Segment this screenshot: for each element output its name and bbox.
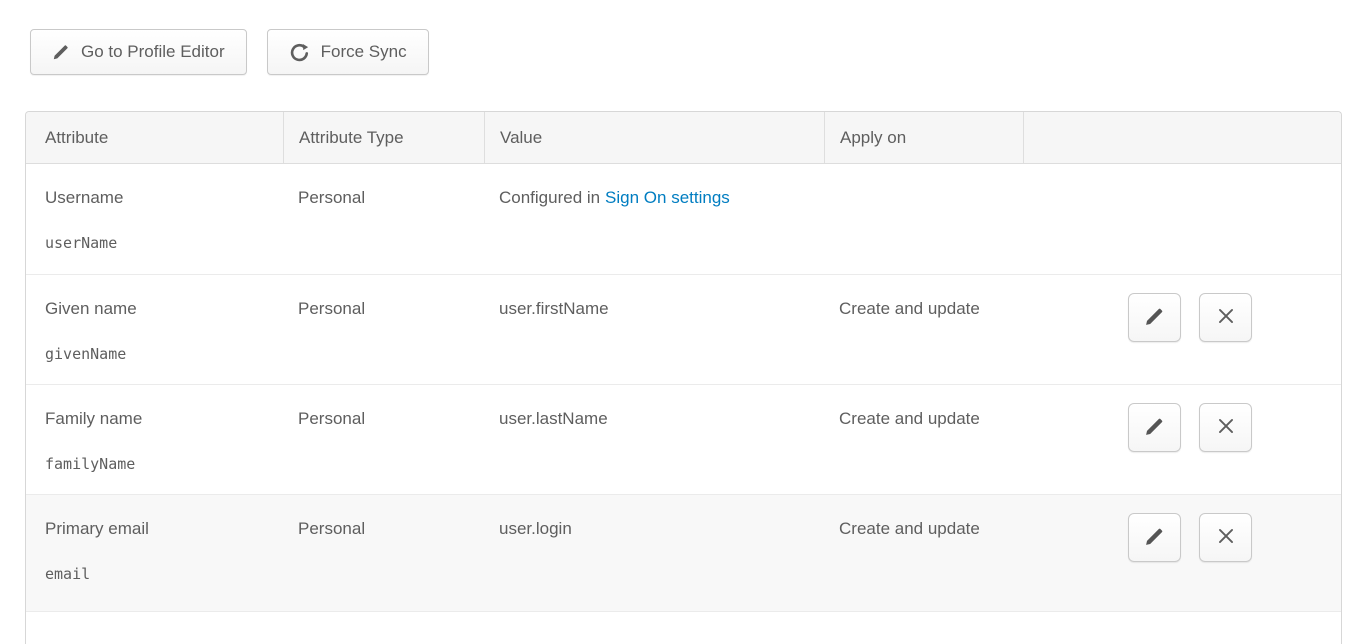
- table-row-primary-email: Primary email email Personal user.login …: [26, 494, 1341, 611]
- pencil-icon: [52, 43, 70, 61]
- pencil-icon: [1144, 526, 1165, 550]
- table-row-partial: [26, 611, 1341, 644]
- attribute-type-cell: Personal: [283, 495, 484, 611]
- attribute-label: Family name: [45, 407, 273, 431]
- header-actions: [1023, 112, 1341, 163]
- value-cell: user.login: [484, 495, 824, 611]
- apply-on-cell: Create and update: [824, 275, 1023, 384]
- apply-on-cell: [824, 164, 1023, 274]
- remove-attribute-button[interactable]: [1199, 403, 1252, 452]
- attribute-variable: userName: [45, 231, 273, 255]
- apply-on-cell: Create and update: [824, 385, 1023, 494]
- edit-attribute-button[interactable]: [1128, 403, 1181, 452]
- pencil-icon: [1144, 306, 1165, 330]
- remove-attribute-button[interactable]: [1199, 293, 1252, 342]
- force-sync-label: Force Sync: [321, 42, 407, 62]
- close-icon: [1215, 525, 1237, 550]
- pencil-icon: [1144, 416, 1165, 440]
- attribute-label: Primary email: [45, 517, 273, 541]
- attribute-type-cell: Personal: [283, 275, 484, 384]
- table-row-given-name: Given name givenName Personal user.first…: [26, 274, 1341, 384]
- close-icon: [1215, 305, 1237, 330]
- edit-attribute-button[interactable]: [1128, 513, 1181, 562]
- attribute-cell: Given name givenName: [26, 275, 283, 384]
- refresh-icon: [289, 42, 310, 63]
- attribute-cell: Primary email email: [26, 495, 283, 611]
- toolbar: Go to Profile Editor Force Sync: [30, 29, 1370, 75]
- attribute-variable: familyName: [45, 452, 273, 476]
- header-value: Value: [484, 112, 824, 163]
- attribute-label: Given name: [45, 297, 273, 321]
- attribute-variable: email: [45, 562, 273, 586]
- header-apply-on: Apply on: [824, 112, 1023, 163]
- force-sync-button[interactable]: Force Sync: [267, 29, 429, 75]
- actions-cell: [1023, 495, 1341, 611]
- attribute-type-cell: Personal: [283, 164, 484, 274]
- value-cell: user.lastName: [484, 385, 824, 494]
- actions-cell: [1023, 275, 1341, 384]
- actions-cell: [1023, 164, 1341, 274]
- actions-cell: [1023, 385, 1341, 494]
- attribute-cell: Family name familyName: [26, 385, 283, 494]
- edit-attribute-button[interactable]: [1128, 293, 1181, 342]
- value-cell: Configured in Sign On settings: [484, 164, 824, 274]
- attributes-table: Attribute Attribute Type Value Apply on …: [25, 111, 1342, 644]
- attribute-cell: Username userName: [26, 164, 283, 274]
- attribute-variable: givenName: [45, 342, 273, 366]
- apply-on-cell: Create and update: [824, 495, 1023, 611]
- header-attribute: Attribute: [26, 112, 283, 163]
- remove-attribute-button[interactable]: [1199, 513, 1252, 562]
- value-text: Configured in: [499, 188, 600, 207]
- attribute-type-cell: Personal: [283, 385, 484, 494]
- go-to-profile-editor-button[interactable]: Go to Profile Editor: [30, 29, 247, 75]
- header-attribute-type: Attribute Type: [283, 112, 484, 163]
- attribute-label: Username: [45, 186, 273, 210]
- close-icon: [1215, 415, 1237, 440]
- value-cell: user.firstName: [484, 275, 824, 384]
- table-row-username: Username userName Personal Configured in…: [26, 164, 1341, 274]
- table-header: Attribute Attribute Type Value Apply on: [26, 112, 1341, 164]
- sign-on-settings-link[interactable]: Sign On settings: [605, 188, 730, 207]
- table-row-family-name: Family name familyName Personal user.las…: [26, 384, 1341, 494]
- go-to-profile-editor-label: Go to Profile Editor: [81, 42, 225, 62]
